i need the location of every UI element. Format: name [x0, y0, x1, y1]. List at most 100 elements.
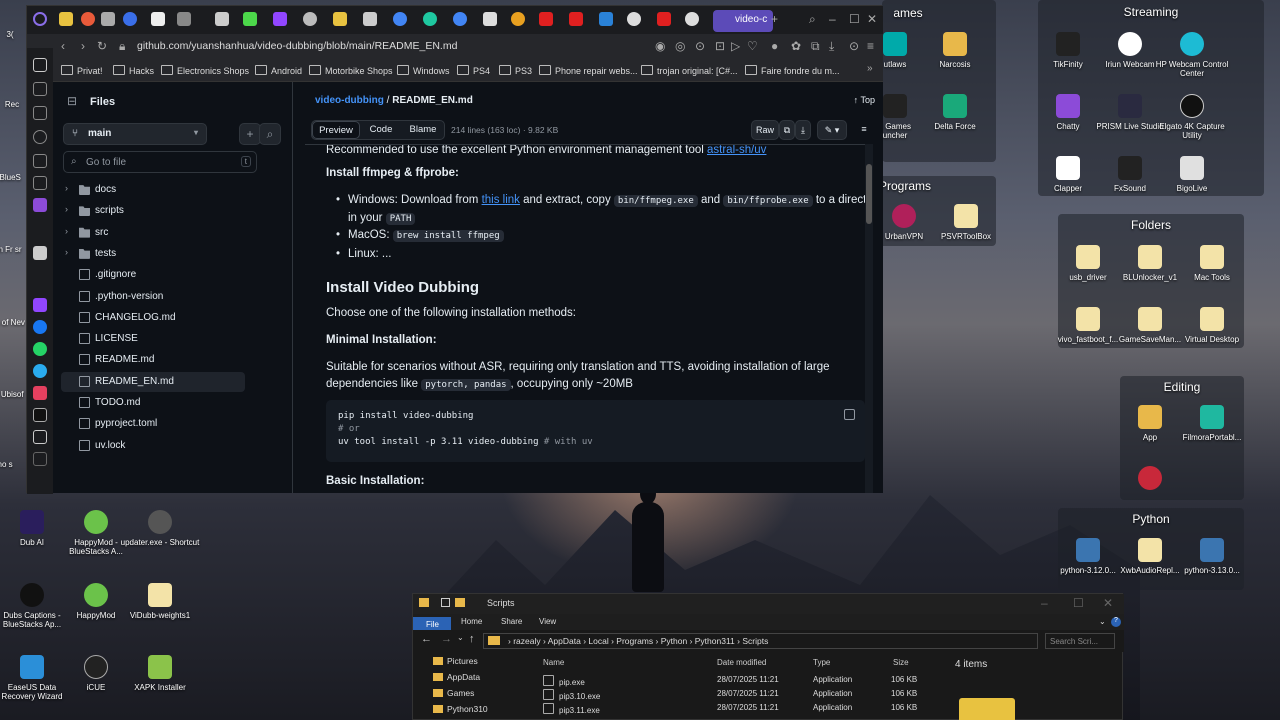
explorer-search-input[interactable]: Search Scri...	[1045, 633, 1115, 649]
youtube-icon[interactable]	[657, 12, 671, 26]
desktop-icon-hp-webcam[interactable]: HP Webcam Control Center	[1152, 32, 1232, 78]
breadcrumb-repo-link[interactable]: video-dubbing	[315, 95, 384, 106]
top-link[interactable]: ↑ Top	[854, 95, 875, 105]
telegram-icon[interactable]	[33, 364, 47, 378]
desktop-icon-mac-tools[interactable]: Mac Tools	[1172, 245, 1252, 282]
tab-code[interactable]: Code	[360, 121, 402, 139]
download-link[interactable]: this link	[482, 194, 520, 206]
tab-icon[interactable]	[511, 12, 525, 26]
path-segment[interactable]: Python311	[695, 636, 735, 646]
file-row-name[interactable]: pip3.11.exe	[543, 703, 600, 715]
tree-file[interactable]: README_EN.md	[61, 371, 245, 392]
desktop-icon-elgato[interactable]: Elgato 4K Capture Utility	[1152, 94, 1232, 140]
column-size[interactable]: Size	[893, 658, 909, 667]
bookmark-item[interactable]: PS3	[499, 65, 532, 76]
close-button[interactable]: ✕	[867, 12, 877, 26]
history-icon[interactable]	[33, 130, 47, 144]
bookmark-item[interactable]: Android	[255, 65, 302, 76]
extension-icon[interactable]: ⊙	[849, 39, 859, 53]
tree-file[interactable]: uv.lock	[61, 436, 245, 456]
path-segment[interactable]: Local	[588, 636, 608, 646]
x-icon[interactable]	[33, 430, 47, 444]
nav-item-python310[interactable]: Python310	[433, 704, 488, 714]
path-segment[interactable]: Python	[661, 636, 687, 646]
chevron-down-icon[interactable]: ⌄	[457, 633, 464, 642]
github-icon[interactable]	[685, 12, 699, 26]
messenger-icon[interactable]	[33, 320, 47, 334]
desktop-icon-xapk-installer[interactable]: XAPK Installer	[120, 655, 200, 692]
tab-active[interactable]: video-c	[713, 10, 773, 32]
extension-icon[interactable]: ◎	[675, 39, 685, 53]
tab-icon[interactable]	[599, 12, 613, 26]
search-icon[interactable]: ⌕	[809, 12, 816, 27]
nav-item-games[interactable]: Games	[433, 688, 474, 698]
bookmarks-overflow-icon[interactable]: »	[867, 63, 873, 74]
scrollbar[interactable]	[865, 144, 873, 493]
tab-icon[interactable]	[215, 12, 229, 26]
path-segment[interactable]: razealy	[513, 636, 540, 646]
download-icon[interactable]: ⤓	[829, 39, 834, 54]
file-row-name[interactable]: pip3.10.exe	[543, 689, 600, 701]
scrollbar-thumb[interactable]	[866, 164, 872, 224]
tree-file[interactable]: .python-version	[61, 287, 245, 307]
search-button[interactable]: ⌕	[259, 123, 281, 145]
nav-item-pictures[interactable]: Pictures	[433, 656, 478, 666]
reload-icon[interactable]: ↻	[97, 39, 107, 53]
edit-button[interactable]: ✎ ▾	[817, 120, 847, 140]
puzzle-icon[interactable]: ⧉	[811, 39, 820, 54]
bookmark-item[interactable]: PS4	[457, 65, 490, 76]
tree-file[interactable]: CHANGELOG.md	[61, 308, 245, 328]
column-name[interactable]: Name	[543, 658, 564, 667]
game-icon[interactable]	[33, 82, 47, 96]
menu-icon[interactable]: ≡	[867, 39, 874, 53]
desktop-icon-filmora[interactable]: FilmoraPortabl...	[1172, 405, 1252, 442]
tree-folder[interactable]: › tests	[61, 244, 245, 264]
column-date[interactable]: Date modified	[717, 658, 766, 667]
up-icon[interactable]: ↑	[469, 633, 475, 645]
address-bar[interactable]: › razealy › AppData › Local › Programs ›…	[483, 633, 1038, 649]
branch-selector[interactable]: ⑂ main ▾	[63, 123, 207, 145]
tab-icon[interactable]	[303, 12, 317, 26]
desktop-icon-updater[interactable]: updater.exe - Shortcut	[120, 510, 200, 547]
tab-icon[interactable]	[423, 12, 437, 26]
forward-icon[interactable]: →	[441, 633, 452, 645]
extension-icon[interactable]: ●	[771, 39, 778, 53]
back-icon[interactable]: ‹	[61, 39, 65, 53]
tab-preview[interactable]: Preview	[312, 121, 360, 139]
tree-file[interactable]: LICENSE	[61, 329, 245, 349]
maximize-button[interactable]: ☐	[849, 12, 860, 26]
ribbon-view-tab[interactable]: View	[539, 617, 556, 626]
tab-icon[interactable]	[123, 12, 137, 26]
tree-file[interactable]: TODO.md	[61, 393, 245, 413]
close-button[interactable]: ✕	[1103, 596, 1113, 610]
go-to-file-input[interactable]: ⌕ Go to file t	[63, 151, 257, 173]
sidebar-icon[interactable]	[33, 106, 47, 120]
properties-icon[interactable]	[441, 598, 450, 607]
bookmark-item[interactable]: Phone repair webs...	[539, 65, 638, 76]
back-icon[interactable]: ←	[421, 633, 432, 645]
google-icon[interactable]	[393, 12, 407, 26]
url-input[interactable]: github.com/yuanshanhua/video-dubbing/blo…	[137, 40, 457, 52]
instagram-icon[interactable]	[33, 386, 47, 400]
tiktok-icon[interactable]	[33, 408, 47, 422]
tab-icon[interactable]	[81, 12, 95, 26]
extension-icon[interactable]: ⊙	[695, 39, 705, 53]
bookmark-item[interactable]: Electronics Shops	[161, 65, 249, 76]
google-icon[interactable]	[453, 12, 467, 26]
download-icon[interactable]: ⤓	[795, 120, 811, 140]
new-folder-icon[interactable]	[455, 598, 465, 607]
extension-icon[interactable]: ◉	[655, 39, 665, 53]
tree-folder[interactable]: › scripts	[61, 201, 245, 221]
extension-icon[interactable]: ⊡	[715, 39, 725, 53]
heart-icon[interactable]: ♡	[747, 39, 758, 53]
tab-icon[interactable]	[363, 12, 377, 26]
tree-folder[interactable]: › docs	[61, 180, 245, 200]
tab-icon[interactable]	[333, 12, 347, 26]
path-segment[interactable]: AppData	[548, 636, 581, 646]
forward-icon[interactable]: ›	[81, 39, 85, 53]
file-icon[interactable]	[483, 12, 497, 26]
tree-file[interactable]: README.md	[61, 350, 245, 370]
copy-icon[interactable]	[844, 409, 855, 420]
sidebar-icon[interactable]	[33, 176, 47, 190]
github-icon[interactable]	[627, 12, 641, 26]
